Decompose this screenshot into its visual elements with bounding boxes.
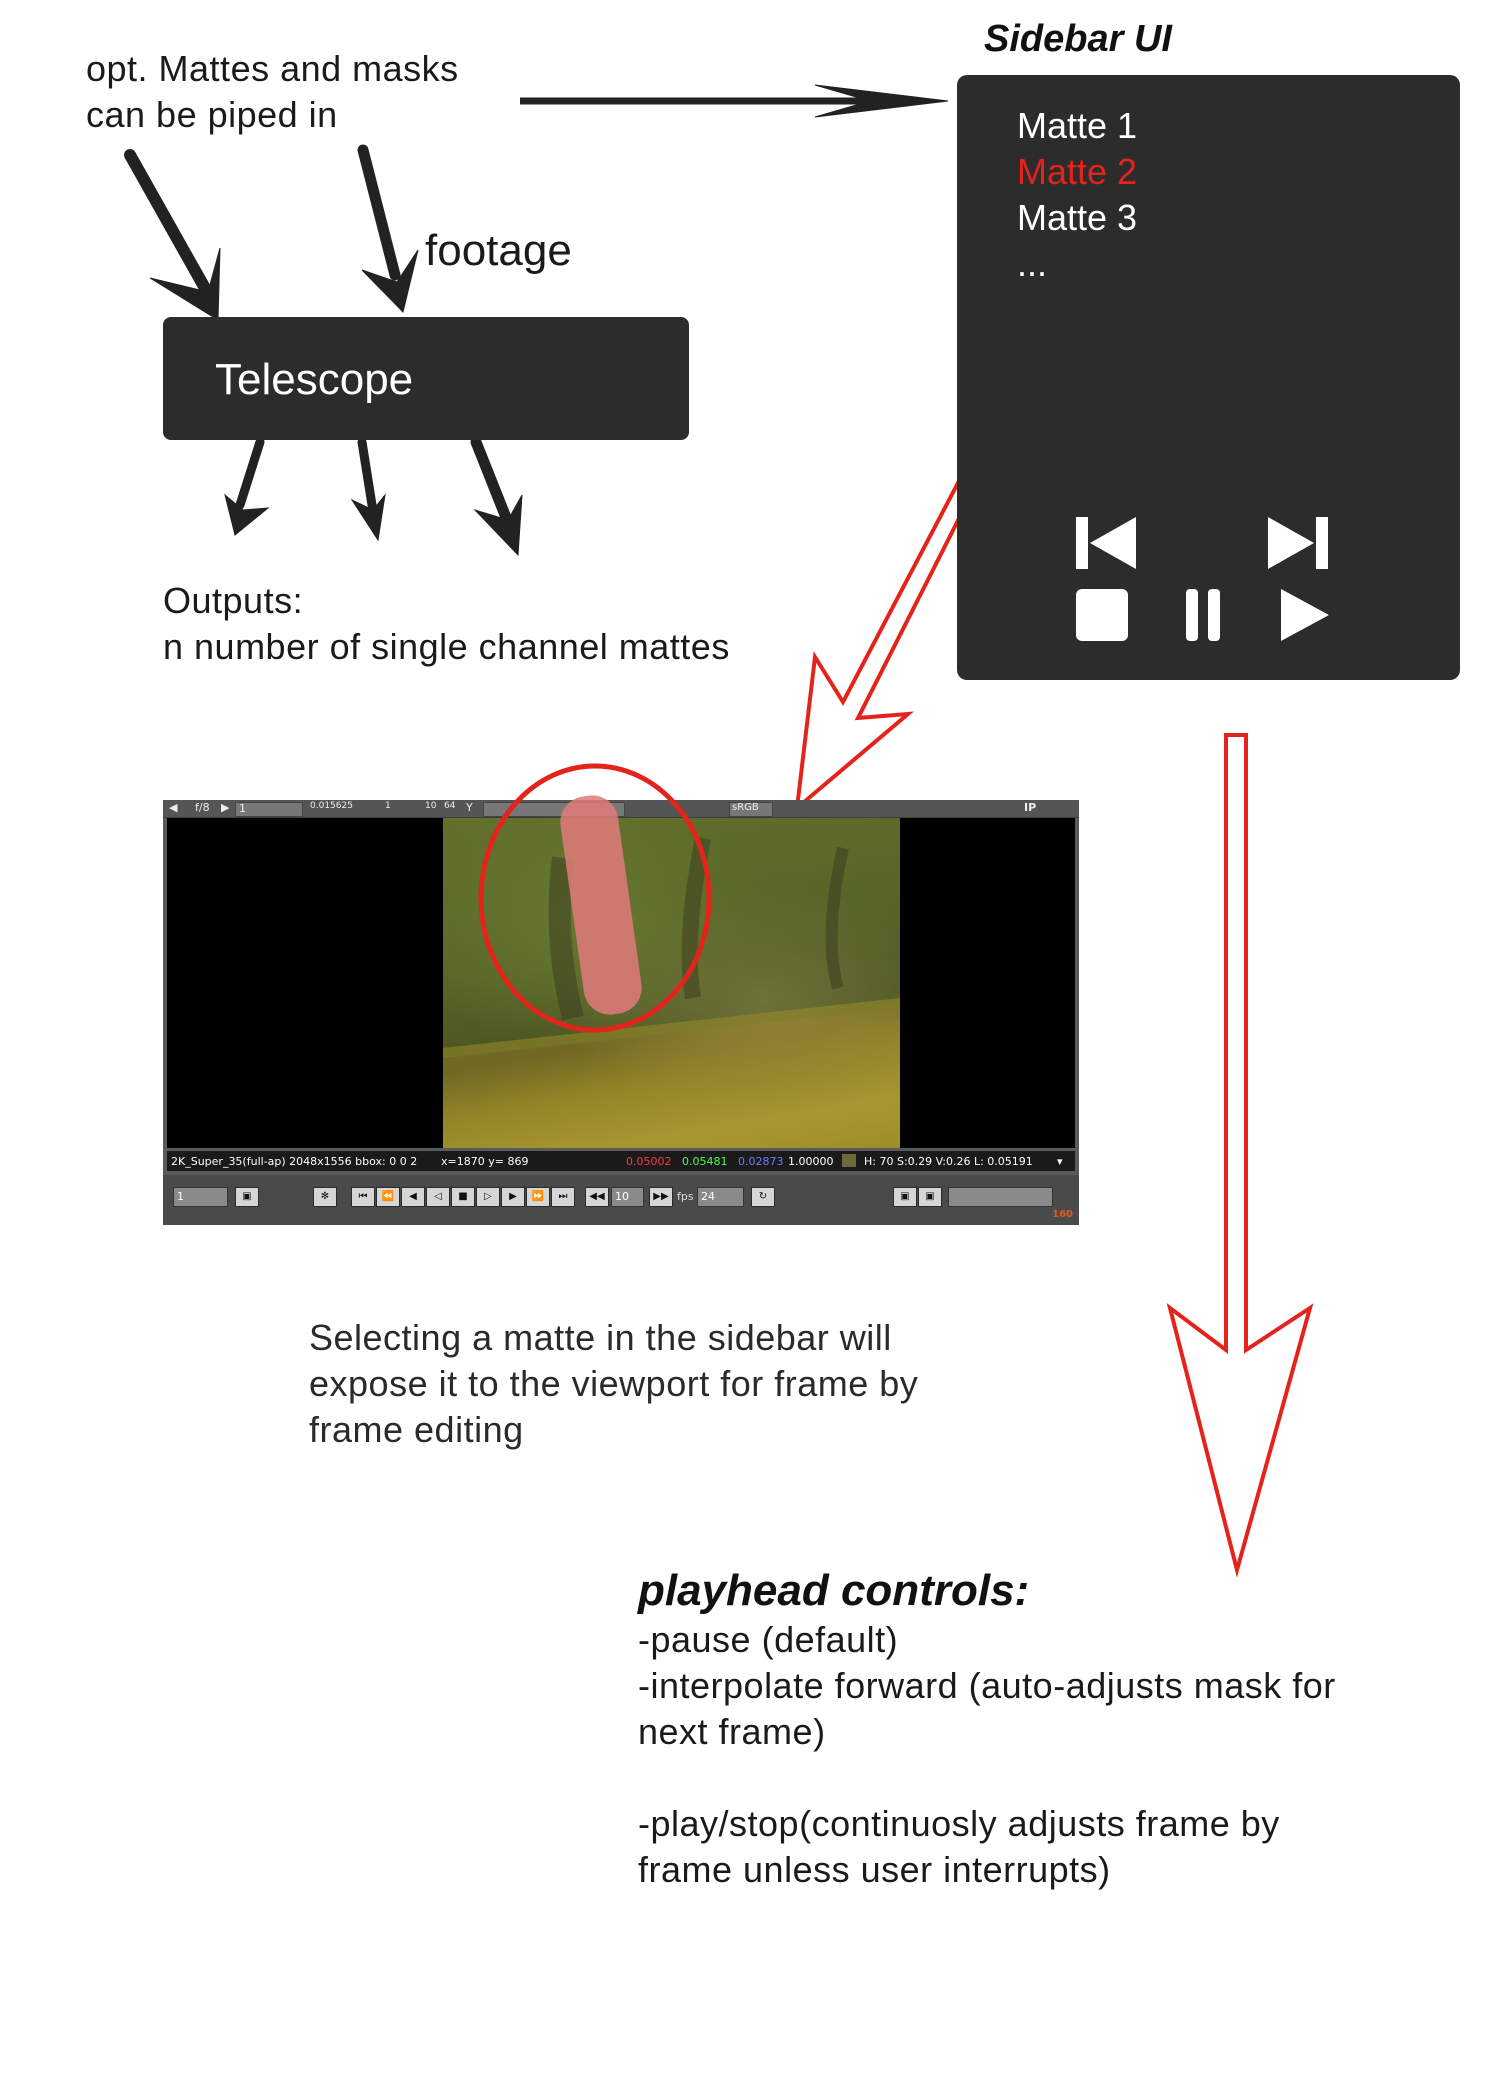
output-arrow-2-head [350, 493, 386, 542]
inputs-note-line-1: opt. Mattes and masks [86, 48, 459, 89]
pause-button[interactable] [1182, 587, 1226, 643]
output-arrow-2 [357, 437, 377, 510]
sidebar-panel: Matte 1 Matte 2 Matte 3 ... [957, 75, 1460, 680]
frame-field-value: 1 [239, 802, 246, 815]
input-arrow-footage-head [361, 249, 419, 313]
viewer-status-bar: 2K_Super_35(full-ap) 2048x1556 bbox: 0 0… [167, 1151, 1075, 1171]
gain-value: 0.015625 [310, 801, 353, 811]
explanation-line-1: Selecting a matte in the sidebar will [309, 1317, 892, 1358]
play-forward-icon[interactable]: ▷ [476, 1187, 500, 1207]
sidebar-arrow-head [814, 84, 949, 118]
playhead-item-play-stop-cont: frame unless user interrupts) [638, 1849, 1111, 1890]
skip-forward-icon [1268, 517, 1328, 569]
skip-back-icon [1076, 517, 1136, 569]
matte-item-2-selected[interactable]: Matte 2 [1017, 149, 1317, 195]
lock-icon[interactable]: ▣ [235, 1187, 259, 1207]
stop-icon[interactable]: ■ [451, 1187, 475, 1207]
prev-frame-icon[interactable]: ◀ [401, 1187, 425, 1207]
output-arrow-3 [470, 436, 511, 521]
scale-1: 1 [385, 801, 391, 811]
increment-input[interactable]: 10 [611, 1187, 644, 1207]
playhead-list: -pause (default) -interpolate forward (a… [638, 1617, 1336, 1893]
playhead-item-play-stop: -play/stop(continuosly adjusts frame by [638, 1803, 1280, 1844]
skip-back-button[interactable] [1074, 515, 1138, 571]
out-point-icon[interactable]: ▣ [918, 1187, 942, 1207]
colorspace-value: sRGB [732, 802, 759, 813]
play-icon [1281, 589, 1329, 641]
current-frame-input[interactable]: 1 [173, 1187, 228, 1207]
explanation-note: Selecting a matte in the sidebar will ex… [309, 1315, 918, 1453]
hsvl-readout: H: 70 S:0.29 V:0.26 L: 0.05191 [864, 1155, 1033, 1168]
sidebar-title: Sidebar UI [984, 18, 1172, 60]
stop-icon [1076, 589, 1128, 641]
highlight-ellipse [478, 763, 712, 1033]
play-backward-icon[interactable]: ◁ [426, 1187, 450, 1207]
alpha-value: 1.00000 [788, 1155, 834, 1168]
pause-icon [1186, 589, 1220, 641]
input-arrow-footage [357, 144, 401, 281]
playhead-item-interpolate-cont: next frame) [638, 1711, 826, 1752]
scale-10: 10 [425, 801, 437, 811]
snowflake-icon[interactable]: ✻ [313, 1187, 337, 1207]
telescope-label: Telescope [215, 355, 414, 404]
frame-field[interactable]: 1 [235, 802, 303, 817]
skip-forward-button[interactable] [1266, 515, 1330, 571]
matte-item-more[interactable]: ... [1017, 241, 1317, 287]
ip-button[interactable]: IP [1024, 801, 1036, 814]
output-arrow-1 [235, 437, 265, 510]
colorspace-select[interactable]: sRGB [729, 802, 773, 817]
output-arrow-1-head [224, 493, 270, 536]
stop-button[interactable] [1074, 587, 1130, 643]
end-frame-label: 160 [1052, 1209, 1073, 1220]
outputs-note-line-1: Outputs: [163, 580, 304, 621]
playhead-item-spacer [638, 1755, 1336, 1801]
fstop-label[interactable]: f/8 [195, 801, 210, 814]
step-back-icon[interactable]: ◀◀ [585, 1187, 609, 1207]
red-value: 0.05002 [626, 1155, 672, 1168]
timeline-range[interactable] [948, 1187, 1053, 1207]
next-keyframe-icon[interactable]: ⏩ [526, 1187, 550, 1207]
color-swatch [842, 1154, 856, 1167]
footage-label: footage [425, 226, 572, 275]
input-arrow-mattes-head [149, 247, 221, 321]
fps-input[interactable]: 24 [697, 1187, 744, 1207]
step-forward-icon[interactable]: ▶▶ [649, 1187, 673, 1207]
fps-label: fps [677, 1190, 694, 1203]
viewer-prev-icon[interactable]: ◀ [169, 801, 177, 814]
last-frame-icon[interactable]: ⏭ [551, 1187, 575, 1207]
playhead-title: playhead controls: [638, 1566, 1030, 1615]
format-readout: 2K_Super_35(full-ap) 2048x1556 bbox: 0 0… [171, 1155, 418, 1168]
red-arrow-to-playhead [1166, 733, 1314, 1578]
playhead-item-pause: -pause (default) [638, 1619, 899, 1660]
loop-icon[interactable]: ↻ [751, 1187, 775, 1207]
in-point-icon[interactable]: ▣ [893, 1187, 917, 1207]
outputs-note: Outputs: n number of single channel matt… [163, 578, 730, 670]
inputs-note-line-2: can be piped in [86, 94, 338, 135]
prev-keyframe-icon[interactable]: ⏪ [376, 1187, 400, 1207]
inputs-note: opt. Mattes and masks can be piped in [86, 46, 459, 138]
input-arrow-mattes [124, 149, 212, 296]
matte-list: Matte 1 Matte 2 Matte 3 ... [1017, 103, 1317, 287]
outputs-note-line-2: n number of single channel mattes [163, 626, 730, 667]
status-menu-icon[interactable]: ▾ [1057, 1155, 1063, 1168]
viewer-playback-bar: 1 ▣ ✻ ⏮ ⏪ ◀ ◁ ■ ▷ ▶ ⏩ ⏭ ◀◀ 10 ▶▶ fps 24 … [163, 1175, 1079, 1225]
play-button[interactable] [1277, 585, 1333, 645]
explanation-line-2: expose it to the viewport for frame by [309, 1363, 919, 1404]
blue-value: 0.02873 [738, 1155, 784, 1168]
next-frame-icon[interactable]: ▶ [501, 1187, 525, 1207]
matte-item-1[interactable]: Matte 1 [1017, 103, 1317, 149]
matte-item-3[interactable]: Matte 3 [1017, 195, 1317, 241]
playhead-item-interpolate: -interpolate forward (auto-adjusts mask … [638, 1665, 1336, 1706]
scale-64: 64 [444, 801, 456, 811]
coords-readout: x=1870 y= 869 [441, 1155, 529, 1168]
telescope-node: Telescope [163, 317, 689, 440]
first-frame-icon[interactable]: ⏮ [351, 1187, 375, 1207]
output-arrow-3-head [473, 494, 523, 557]
explanation-line-3: frame editing [309, 1409, 524, 1450]
playhead-section: playhead controls: -pause (default) -int… [638, 1565, 1336, 1893]
viewer-next-icon[interactable]: ▶ [221, 801, 229, 814]
green-value: 0.05481 [682, 1155, 728, 1168]
